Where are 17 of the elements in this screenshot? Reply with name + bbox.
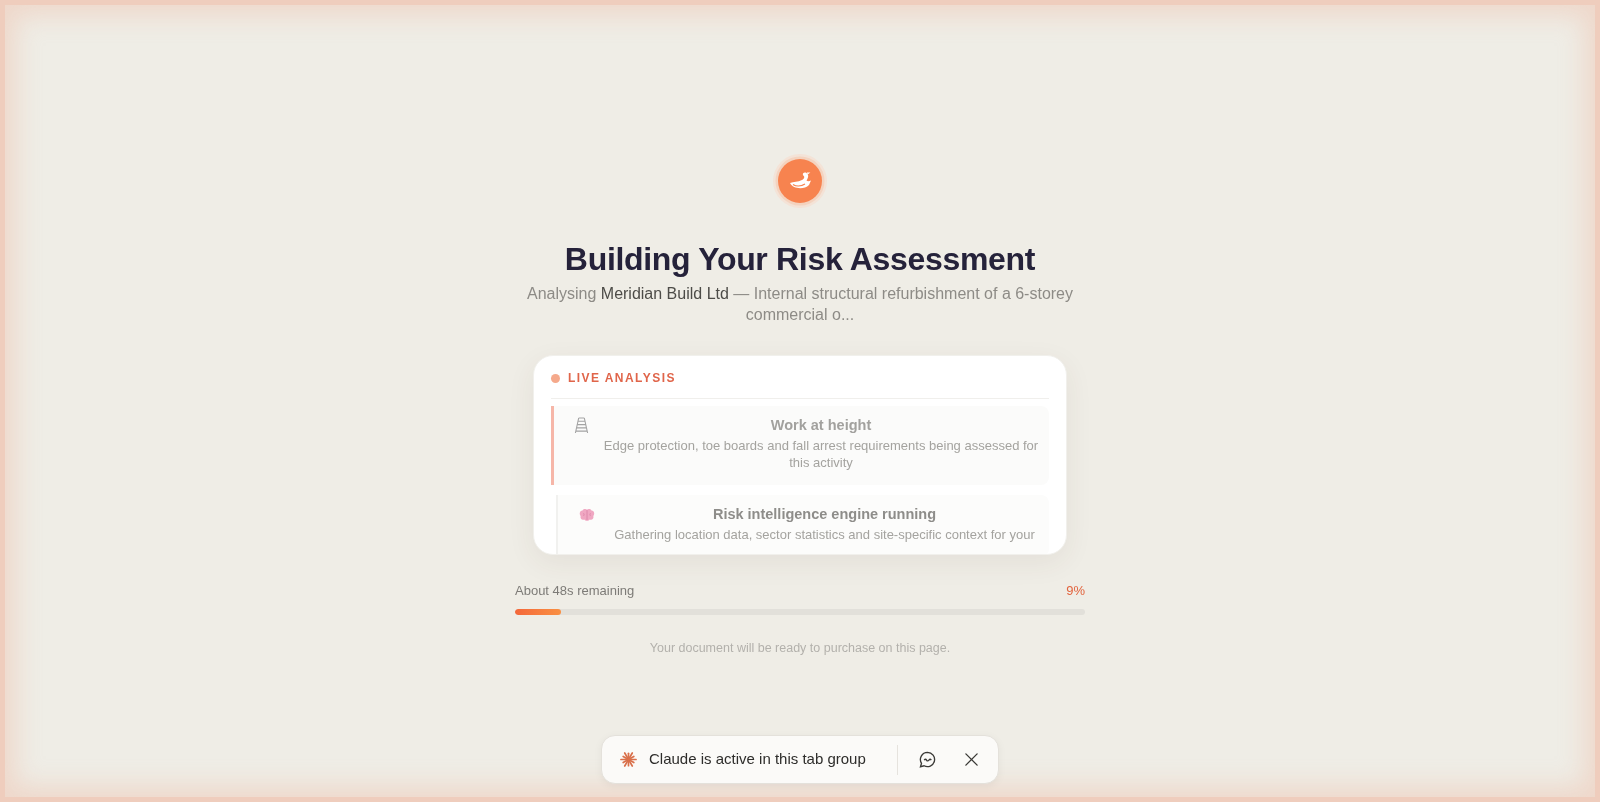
item-description: Gathering location data, sector statistics and site-specific context for your	[614, 526, 1035, 543]
swan-logo-icon	[773, 154, 827, 208]
page-title: Building Your Risk Assessment	[564, 240, 1036, 278]
chat-icon	[917, 750, 937, 769]
ready-note: Your document will be ready to purchase on this page.	[649, 640, 951, 657]
time-remaining: About 48s remaining	[515, 582, 635, 601]
item-title: Work at height	[770, 416, 872, 435]
ladder-icon	[574, 417, 589, 434]
brain-icon	[578, 508, 596, 522]
item-title: Risk intelligence engine running	[712, 505, 937, 524]
assistant-status-text: Claude is active in this tab group	[649, 749, 866, 770]
item-description: Edge protection, toe boards and fall arrest requirements being assessed for this activity	[602, 437, 1040, 471]
progress-percent: 9%	[1066, 582, 1085, 601]
burst-icon	[620, 751, 637, 768]
close-icon	[963, 752, 979, 767]
subtitle: Analysing Meridian Build Ltd — Internal structural refurbishment of a 6-storey commercial o...	[525, 284, 1074, 325]
section-label: LIVE ANALYSIS	[568, 370, 676, 387]
